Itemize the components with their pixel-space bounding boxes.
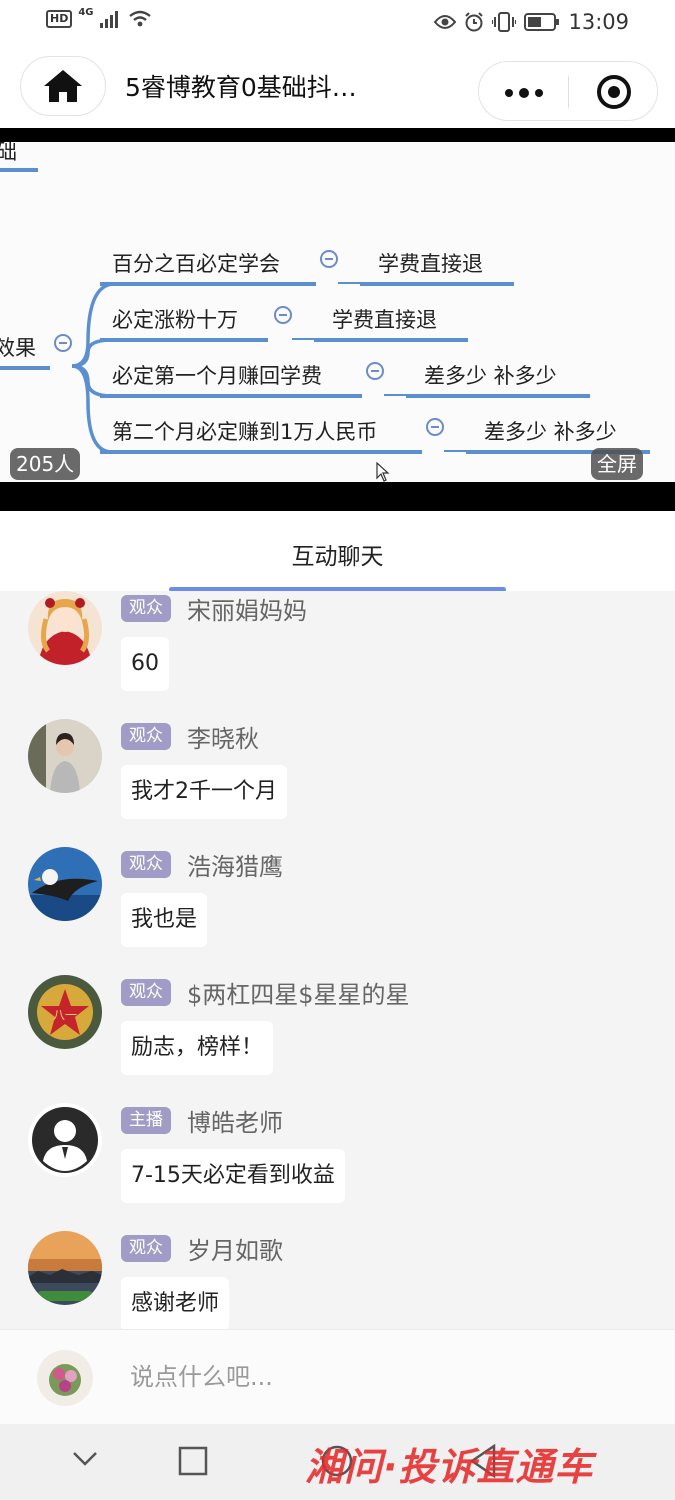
avatar-flowers-icon bbox=[37, 1350, 93, 1406]
tab-interactive-chat[interactable]: 互动聊天 bbox=[0, 537, 675, 571]
username: $两杠四星$星星的星 bbox=[187, 981, 410, 1009]
avatar-eagle-icon bbox=[28, 847, 102, 921]
network-type: 4G bbox=[78, 6, 94, 18]
avatar[interactable] bbox=[28, 1231, 102, 1305]
app-screen: HD 4G 13:09 5睿博教育0基础抖… 础 效果 百分之百必定学会 学费直… bbox=[0, 0, 675, 1500]
mindmap-item: 百分之百必定学会 bbox=[112, 252, 280, 276]
mindmap-line bbox=[100, 450, 422, 454]
chevron-down-icon[interactable] bbox=[72, 1451, 98, 1467]
home-icon bbox=[44, 70, 82, 102]
message-bubble[interactable]: 感谢老师 bbox=[121, 1277, 230, 1329]
collapse-node-icon[interactable] bbox=[274, 306, 292, 324]
avatar-red-doll-icon bbox=[28, 591, 102, 665]
username: 岁月如歌 bbox=[187, 1237, 283, 1265]
mindmap-line bbox=[444, 450, 466, 452]
mindmap-slide: 础 效果 百分之百必定学会 学费直接退 必定涨粉十万 学费直接退 必定第一个月赚… bbox=[0, 142, 675, 482]
page-title: 5睿博教育0基础抖… bbox=[125, 73, 357, 102]
chat-input[interactable] bbox=[130, 1356, 630, 1398]
role-badge: 观众 bbox=[121, 851, 171, 878]
status-bar: HD 4G 13:09 bbox=[0, 0, 675, 46]
avatar[interactable] bbox=[28, 847, 102, 921]
role-badge: 观众 bbox=[121, 723, 171, 750]
watermark-logo: 湘问·投诉直通车 bbox=[305, 1445, 594, 1489]
system-nav-bar: 湘问·投诉直通车 bbox=[0, 1424, 675, 1500]
battery-icon bbox=[524, 13, 560, 31]
message-bubble[interactable]: 我才2千一个月 bbox=[121, 765, 287, 819]
message-bubble[interactable]: 7-15天必定看到收益 bbox=[121, 1149, 345, 1203]
title-bar: 5睿博教育0基础抖… bbox=[0, 46, 675, 128]
message-bubble[interactable]: 60 bbox=[121, 637, 169, 691]
chat-message: 八一 观众 $两杠四星$星星的星 励志，榜样！ bbox=[0, 975, 675, 1103]
username: 李晓秋 bbox=[187, 725, 259, 753]
home-button[interactable] bbox=[20, 56, 106, 116]
video-player[interactable]: 础 效果 百分之百必定学会 学费直接退 必定涨粉十万 学费直接退 必定第一个月赚… bbox=[0, 128, 675, 511]
mindmap-line bbox=[360, 282, 514, 286]
avatar-woman-icon bbox=[28, 719, 102, 793]
avatar-default-user-icon bbox=[32, 1107, 98, 1173]
mindmap-result: 差多少 补多少 bbox=[484, 420, 617, 444]
avatar[interactable] bbox=[28, 1103, 102, 1177]
more-icon[interactable] bbox=[505, 88, 543, 98]
chat-message: 观众 宋丽娟妈妈 60 bbox=[0, 591, 675, 719]
avatar[interactable]: 八一 bbox=[28, 975, 102, 1049]
mindmap-line bbox=[100, 394, 362, 398]
username: 宋丽娟妈妈 bbox=[187, 597, 307, 625]
mindmap-line bbox=[406, 394, 590, 398]
mindmap-line bbox=[100, 282, 316, 286]
message-bubble[interactable]: 我也是 bbox=[121, 893, 208, 947]
eye-icon bbox=[434, 15, 457, 29]
status-right: 13:09 bbox=[434, 10, 629, 34]
role-badge: 观众 bbox=[121, 979, 171, 1006]
cursor-icon bbox=[376, 462, 390, 482]
mindmap-item: 第二个月必定赚到1万人民币 bbox=[112, 420, 378, 444]
mindmap-item: 必定涨粉十万 bbox=[112, 308, 238, 332]
status-time: 13:09 bbox=[568, 10, 629, 34]
collapse-node-icon[interactable] bbox=[426, 418, 444, 436]
vibrate-icon bbox=[492, 12, 517, 32]
fullscreen-button[interactable]: 全屏 bbox=[591, 448, 643, 480]
alarm-icon bbox=[465, 12, 484, 32]
status-left: HD 4G bbox=[46, 6, 152, 28]
avatar-sunset-icon bbox=[28, 1231, 102, 1305]
signal-icon bbox=[99, 11, 118, 28]
role-badge: 主播 bbox=[121, 1107, 171, 1134]
avatar[interactable] bbox=[28, 719, 102, 793]
recent-apps-icon[interactable] bbox=[178, 1446, 208, 1476]
chat-list[interactable]: 观众 宋丽娟妈妈 60 观众 李晓秋 我才2千一个月 观众 浩海猎鹰 我也是 八… bbox=[0, 591, 675, 1329]
collapse-node-icon[interactable] bbox=[320, 250, 338, 268]
mindmap-line bbox=[338, 282, 360, 284]
my-avatar[interactable] bbox=[37, 1350, 93, 1406]
role-badge: 观众 bbox=[121, 595, 171, 622]
svg-text:八一: 八一 bbox=[53, 1008, 77, 1022]
username: 浩海猎鹰 bbox=[187, 853, 283, 881]
avatar-emblem-icon: 八一 bbox=[28, 975, 102, 1049]
menu-capsule bbox=[478, 61, 658, 121]
message-bubble[interactable]: 励志，榜样！ bbox=[121, 1021, 274, 1075]
tab-bar: 互动聊天 bbox=[0, 511, 675, 592]
collapse-node-icon[interactable] bbox=[366, 362, 384, 380]
chat-message: 观众 李晓秋 我才2千一个月 bbox=[0, 719, 675, 847]
wifi-icon bbox=[128, 10, 151, 27]
mindmap-line bbox=[292, 338, 314, 340]
chat-message: 观众 岁月如歌 感谢老师 bbox=[0, 1231, 675, 1329]
target-icon[interactable] bbox=[597, 75, 631, 109]
chat-message: 主播 博皓老师 7-15天必定看到收益 bbox=[0, 1103, 675, 1231]
mindmap-line bbox=[384, 394, 406, 396]
hd-badge: HD bbox=[46, 10, 73, 28]
role-badge: 观众 bbox=[121, 1235, 171, 1262]
username: 博皓老师 bbox=[187, 1109, 283, 1137]
mindmap-line bbox=[100, 338, 268, 342]
mindmap-result: 学费直接退 bbox=[332, 308, 437, 332]
viewer-count: 205人 bbox=[10, 448, 81, 480]
mindmap-line bbox=[314, 338, 468, 342]
capsule-divider bbox=[568, 76, 569, 108]
mindmap-result: 差多少 补多少 bbox=[424, 364, 557, 388]
mindmap-result: 学费直接退 bbox=[378, 252, 483, 276]
chat-message: 观众 浩海猎鹰 我也是 bbox=[0, 847, 675, 975]
avatar[interactable] bbox=[28, 591, 102, 665]
mindmap-item: 必定第一个月赚回学费 bbox=[112, 364, 322, 388]
chat-input-bar bbox=[0, 1329, 675, 1424]
